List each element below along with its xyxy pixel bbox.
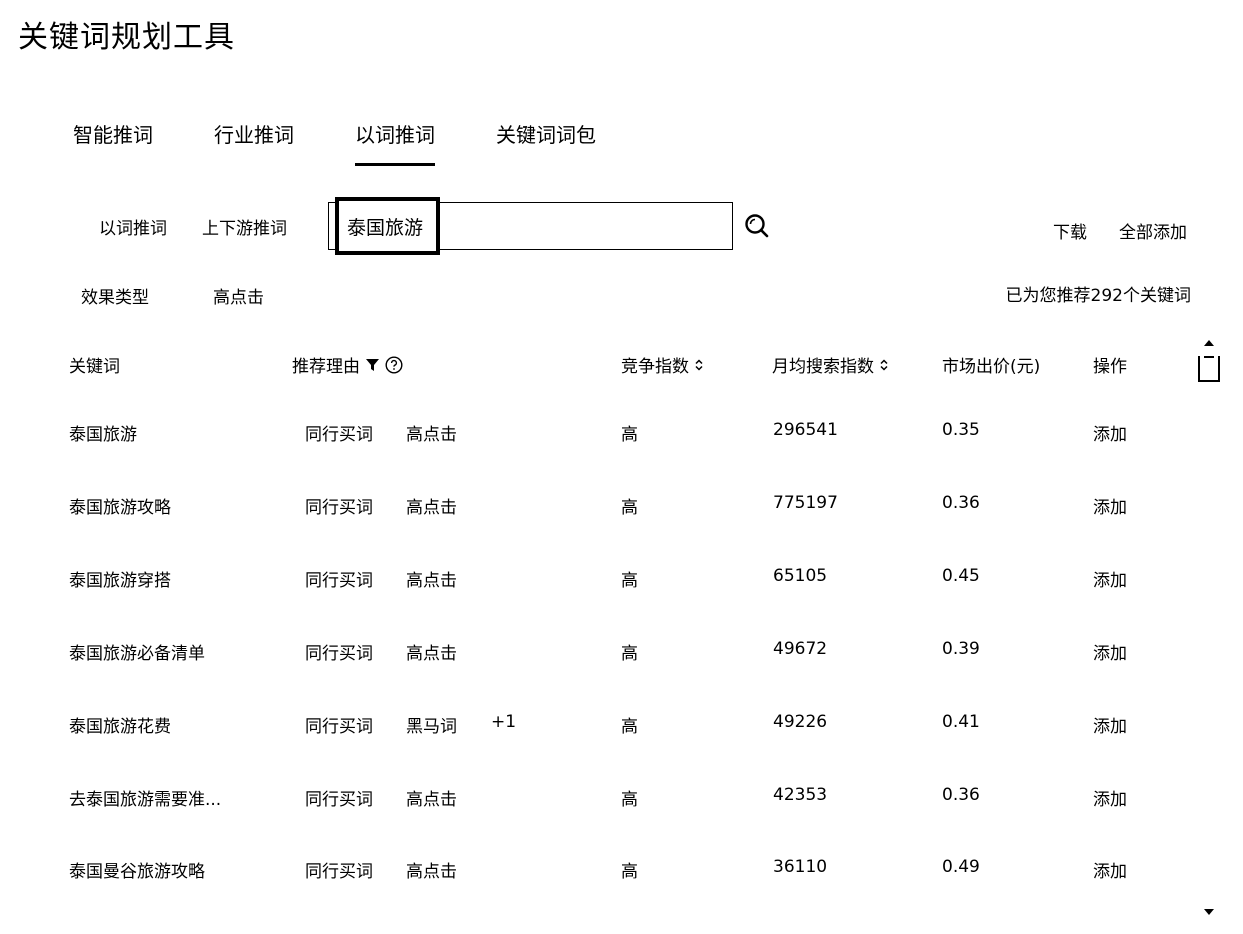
sort-icon[interactable] xyxy=(879,358,889,372)
keyword-cell: 泰国曼谷旅游攻略 xyxy=(69,862,205,882)
monthly-search-cell: 49226 xyxy=(773,712,828,732)
sort-icon[interactable] xyxy=(694,358,704,372)
keyword-cell: 泰国旅游攻略 xyxy=(69,498,171,518)
competition-cell: 高 xyxy=(621,862,638,882)
header-monthly-search-label: 月均搜索指数 xyxy=(772,357,874,377)
filter-icon[interactable] xyxy=(365,357,380,373)
table-row: 泰国旅游穿搭 同行买词 高点击 高 65105 0.45 添加 xyxy=(0,566,1243,639)
market-bid-cell: 0.49 xyxy=(942,857,980,877)
table-row: 泰国旅游花费 同行买词 黑马词 +1 高 49226 0.41 添加 xyxy=(0,712,1243,785)
monthly-search-cell: 65105 xyxy=(773,566,828,586)
tab-industry-recommend[interactable]: 行业推词 xyxy=(214,118,294,166)
page-title: 关键词规划工具 xyxy=(18,20,235,55)
keyword-cell: 去泰国旅游需要准... xyxy=(69,790,222,810)
recommend-count: 已为您推荐292个关键词 xyxy=(1005,286,1191,306)
header-market-bid-label: 市场出价(元) xyxy=(942,357,1041,377)
add-keyword-button[interactable]: 添加 xyxy=(1093,712,1127,737)
market-bid-cell: 0.35 xyxy=(942,420,980,440)
tab-smart-recommend[interactable]: 智能推词 xyxy=(73,118,153,166)
header-keyword-label: 关键词 xyxy=(69,357,120,377)
reason-tag: 同行买词 xyxy=(305,862,373,882)
monthly-search-cell: 296541 xyxy=(773,420,838,440)
add-keyword-button[interactable]: 添加 xyxy=(1093,493,1127,518)
tab-keyword-recommend[interactable]: 以词推词 xyxy=(355,118,435,166)
reason-tag: 高点击 xyxy=(406,571,457,591)
help-circle-icon[interactable] xyxy=(385,355,403,374)
competition-cell: 高 xyxy=(621,717,638,737)
download-button[interactable]: 下载 xyxy=(1053,218,1087,243)
reason-tag: 同行买词 xyxy=(305,498,373,518)
competition-cell: 高 xyxy=(621,790,638,810)
table-row: 泰国旅游攻略 同行买词 高点击 高 775197 0.36 添加 xyxy=(0,493,1243,566)
add-keyword-button[interactable]: 添加 xyxy=(1093,785,1127,810)
table-row: 泰国曼谷旅游攻略 同行买词 高点击 高 36110 0.49 添加 xyxy=(0,857,1243,930)
reason-tag: 同行买词 xyxy=(305,717,373,737)
reason-tag: 高点击 xyxy=(406,790,457,810)
effect-type-label: 效果类型 xyxy=(81,288,149,308)
header-monthly-search[interactable]: 月均搜索指数 xyxy=(772,352,889,377)
market-bid-cell: 0.36 xyxy=(942,493,980,513)
add-all-button[interactable]: 全部添加 xyxy=(1119,218,1187,243)
header-competition[interactable]: 竞争指数 xyxy=(621,352,704,377)
reason-tag: 高点击 xyxy=(406,862,457,882)
header-operation-label: 操作 xyxy=(1093,357,1127,377)
market-bid-cell: 0.41 xyxy=(942,712,980,732)
header-keyword: 关键词 xyxy=(69,352,120,377)
monthly-search-cell: 49672 xyxy=(773,639,828,659)
search-box xyxy=(328,197,733,255)
reason-more-tag[interactable]: +1 xyxy=(491,712,516,732)
header-competition-label: 竞争指数 xyxy=(621,357,689,377)
monthly-search-cell: 42353 xyxy=(773,785,828,805)
reason-tag: 同行买词 xyxy=(305,571,373,591)
reason-tag: 同行买词 xyxy=(305,425,373,445)
market-bid-cell: 0.36 xyxy=(942,785,980,805)
add-keyword-button[interactable]: 添加 xyxy=(1093,566,1127,591)
add-keyword-button[interactable]: 添加 xyxy=(1093,420,1127,445)
subtab-keyword-recommend[interactable]: 以词推词 xyxy=(99,214,167,239)
effect-type-option[interactable]: 高点击 xyxy=(213,283,264,308)
keyword-cell: 泰国旅游花费 xyxy=(69,717,171,737)
monthly-search-cell: 775197 xyxy=(773,493,838,513)
header-operation: 操作 xyxy=(1093,352,1127,377)
table-row: 去泰国旅游需要准... 同行买词 高点击 高 42353 0.36 添加 xyxy=(0,785,1243,858)
reason-tag: 高点击 xyxy=(406,425,457,445)
header-reason-label: 推荐理由 xyxy=(292,357,360,377)
reason-tag: 高点击 xyxy=(406,644,457,664)
competition-cell: 高 xyxy=(621,498,638,518)
search-input[interactable] xyxy=(335,197,440,255)
add-keyword-button[interactable]: 添加 xyxy=(1093,857,1127,882)
keyword-cell: 泰国旅游 xyxy=(69,425,137,445)
scroll-up-arrow-icon[interactable] xyxy=(1204,340,1214,346)
table-row: 泰国旅游必备清单 同行买词 高点击 高 49672 0.39 添加 xyxy=(0,639,1243,712)
header-market-bid: 市场出价(元) xyxy=(942,352,1040,377)
add-keyword-button[interactable]: 添加 xyxy=(1093,639,1127,664)
subtab-upstream-downstream[interactable]: 上下游推词 xyxy=(202,214,287,239)
market-bid-cell: 0.39 xyxy=(942,639,980,659)
table-row: 泰国旅游 同行买词 高点击 高 296541 0.35 添加 xyxy=(0,420,1243,493)
reason-tag: 黑马词 xyxy=(406,717,457,737)
reason-tag: 同行买词 xyxy=(305,790,373,810)
header-reason: 推荐理由 xyxy=(292,352,403,377)
scrollbar-thumb[interactable] xyxy=(1198,356,1220,382)
search-icon[interactable] xyxy=(744,213,770,239)
competition-cell: 高 xyxy=(621,644,638,664)
competition-cell: 高 xyxy=(621,425,638,445)
keyword-cell: 泰国旅游穿搭 xyxy=(69,571,171,591)
monthly-search-cell: 36110 xyxy=(773,857,828,877)
market-bid-cell: 0.45 xyxy=(942,566,980,586)
competition-cell: 高 xyxy=(621,571,638,591)
reason-tag: 高点击 xyxy=(406,498,457,518)
reason-tag: 同行买词 xyxy=(305,644,373,664)
table-scrollbar[interactable] xyxy=(1198,340,1220,915)
scroll-down-arrow-icon[interactable] xyxy=(1204,909,1214,915)
keyword-cell: 泰国旅游必备清单 xyxy=(69,644,205,664)
tab-keyword-package[interactable]: 关键词词包 xyxy=(496,118,596,166)
